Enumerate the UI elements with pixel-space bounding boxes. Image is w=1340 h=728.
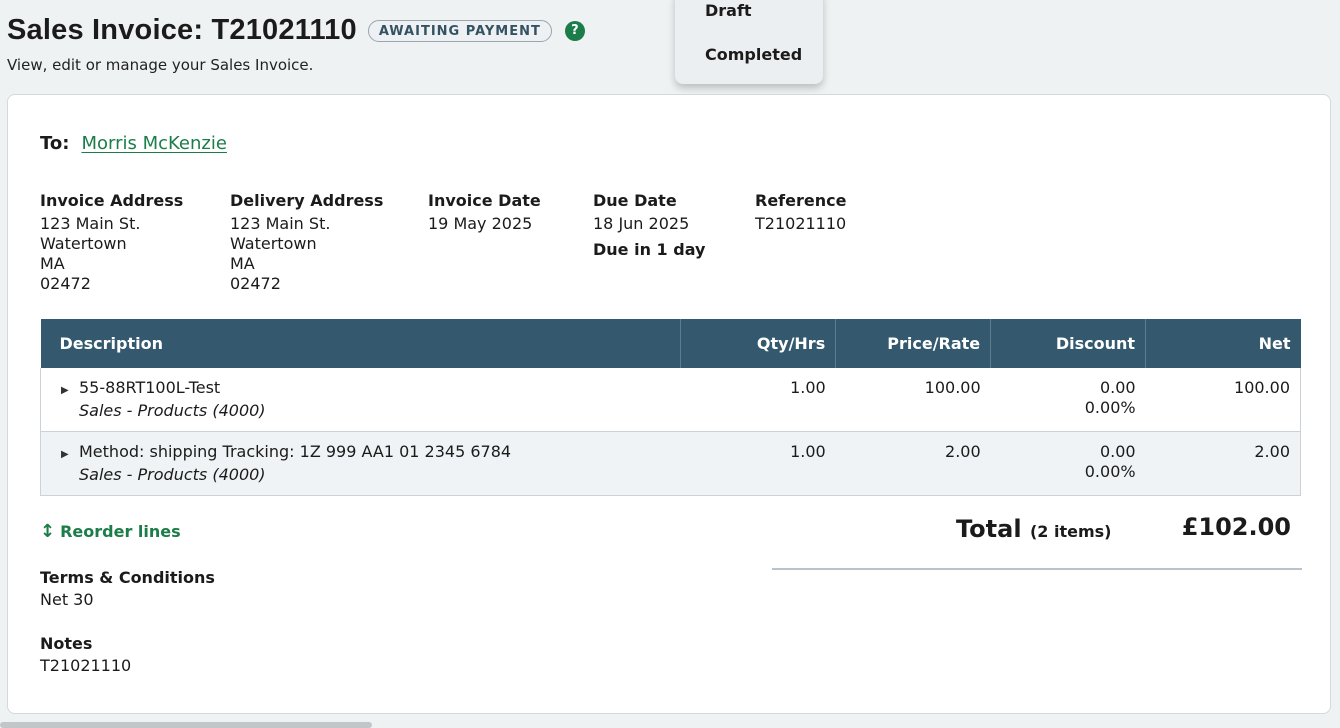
table-row[interactable]: ▶ 55-88RT100L-Test Sales - Products (4000… xyxy=(40,368,1301,432)
column-header-qty: Qty/Hrs xyxy=(680,319,837,368)
up-down-arrows-icon: ↕ xyxy=(40,521,56,542)
delivery-address-line: 123 Main St. xyxy=(230,214,331,233)
notes-value: T21021110 xyxy=(40,656,132,675)
notes-section: Notes T21021110 xyxy=(40,633,131,677)
customer-link[interactable]: Morris McKenzie xyxy=(81,133,226,154)
page-header: Sales Invoice: T21021110 AWAITING PAYMEN… xyxy=(7,14,585,74)
net-cell: 2.00 xyxy=(1254,442,1290,461)
item-category: Sales - Products (4000) xyxy=(79,401,266,420)
price-cell: 100.00 xyxy=(924,378,981,397)
column-header-net: Net xyxy=(1145,319,1301,368)
delivery-address: Delivery Address 123 Main St. Watertown … xyxy=(230,191,383,294)
invoice-card: To: Morris McKenzie Invoice Address 123 … xyxy=(7,94,1331,714)
table-row[interactable]: ▶ Method: shipping Tracking: 1Z 999 AA1 0… xyxy=(40,431,1301,496)
invoice-date: Invoice Date 19 May 2025 xyxy=(428,191,541,234)
column-header-discount: Discount xyxy=(990,319,1147,368)
total-label: Total xyxy=(956,515,1022,543)
table-header-row: Description Qty/Hrs Price/Rate Discount … xyxy=(40,319,1301,368)
invoice-address-line: MA xyxy=(40,254,65,273)
invoice-address-line: 123 Main St. xyxy=(40,214,141,233)
menu-item-completed[interactable]: Completed xyxy=(705,45,802,64)
item-description: Method: shipping Tracking: 1Z 999 AA1 01… xyxy=(79,442,512,461)
item-description: 55-88RT100L-Test xyxy=(79,378,221,397)
status-dropdown-menu: Draft Completed xyxy=(675,0,823,84)
delivery-address-line: 02472 xyxy=(230,274,281,293)
title-row: Sales Invoice: T21021110 AWAITING PAYMEN… xyxy=(7,14,585,47)
reference-label: Reference xyxy=(755,191,847,210)
reorder-lines-label: Reorder lines xyxy=(60,522,181,541)
qty-cell: 1.00 xyxy=(790,378,826,397)
invoice-address: Invoice Address 123 Main St. Watertown M… xyxy=(40,191,183,294)
help-icon[interactable]: ? xyxy=(564,20,585,41)
due-date-value: 18 Jun 2025 xyxy=(593,214,690,233)
discount-cell: 0.00 0.00% xyxy=(991,368,1146,432)
menu-item-draft[interactable]: Draft xyxy=(705,1,752,20)
description-cell: ▶ 55-88RT100L-Test Sales - Products (4000… xyxy=(41,368,681,432)
column-header-price: Price/Rate xyxy=(835,319,992,368)
discount-cell: 0.00 0.00% xyxy=(991,432,1146,496)
delivery-address-label: Delivery Address xyxy=(230,191,384,210)
reference: Reference T21021110 xyxy=(755,191,846,234)
due-date-note: Due in 1 day xyxy=(593,240,706,259)
column-header-description: Description xyxy=(40,319,682,368)
to-row: To: Morris McKenzie xyxy=(40,133,227,154)
total-label-group: Total (2 items) xyxy=(956,515,1111,543)
invoice-date-label: Invoice Date xyxy=(428,191,541,210)
terms-value: Net 30 xyxy=(40,590,94,609)
qty-cell: 1.00 xyxy=(790,442,826,461)
due-date: Due Date 18 Jun 2025 Due in 1 day xyxy=(593,191,705,260)
discount-percent: 0.00% xyxy=(1084,462,1136,481)
invoice-address-line: 02472 xyxy=(40,274,91,293)
reorder-lines-button[interactable]: ↕ Reorder lines xyxy=(40,521,181,542)
to-label: To: xyxy=(40,133,70,154)
page-subtitle: View, edit or manage your Sales Invoice. xyxy=(7,56,314,74)
discount-amount: 0.00 xyxy=(1099,378,1136,397)
notes-label: Notes xyxy=(40,634,93,653)
invoice-lines-table: Description Qty/Hrs Price/Rate Discount … xyxy=(40,319,1301,496)
price-cell: 2.00 xyxy=(945,442,981,461)
invoice-address-line: Watertown xyxy=(40,234,127,253)
delivery-address-line: Watertown xyxy=(230,234,317,253)
page-title: Sales Invoice: T21021110 xyxy=(7,14,357,46)
status-badge: AWAITING PAYMENT xyxy=(367,19,552,42)
net-cell: 100.00 xyxy=(1234,378,1290,397)
invoice-address-label: Invoice Address xyxy=(40,191,184,210)
total-item-count: (2 items) xyxy=(1029,522,1112,541)
invoice-date-value: 19 May 2025 xyxy=(428,214,533,233)
horizontal-scrollbar[interactable] xyxy=(0,722,372,728)
description-cell: ▶ Method: shipping Tracking: 1Z 999 AA1 0… xyxy=(41,432,681,496)
expand-caret-icon[interactable]: ▶ xyxy=(61,445,79,465)
discount-percent: 0.00% xyxy=(1084,398,1136,417)
due-date-label: Due Date xyxy=(593,191,677,210)
item-category: Sales - Products (4000) xyxy=(79,465,266,484)
total-value: £102.00 xyxy=(1181,513,1291,541)
total-row: Total (2 items) £102.00 xyxy=(772,513,1302,570)
delivery-address-line: MA xyxy=(230,254,255,273)
discount-amount: 0.00 xyxy=(1099,442,1136,461)
reference-value: T21021110 xyxy=(755,214,847,233)
terms-label: Terms & Conditions xyxy=(40,568,215,587)
expand-caret-icon[interactable]: ▶ xyxy=(61,381,79,401)
terms-section: Terms & Conditions Net 30 xyxy=(40,567,215,611)
